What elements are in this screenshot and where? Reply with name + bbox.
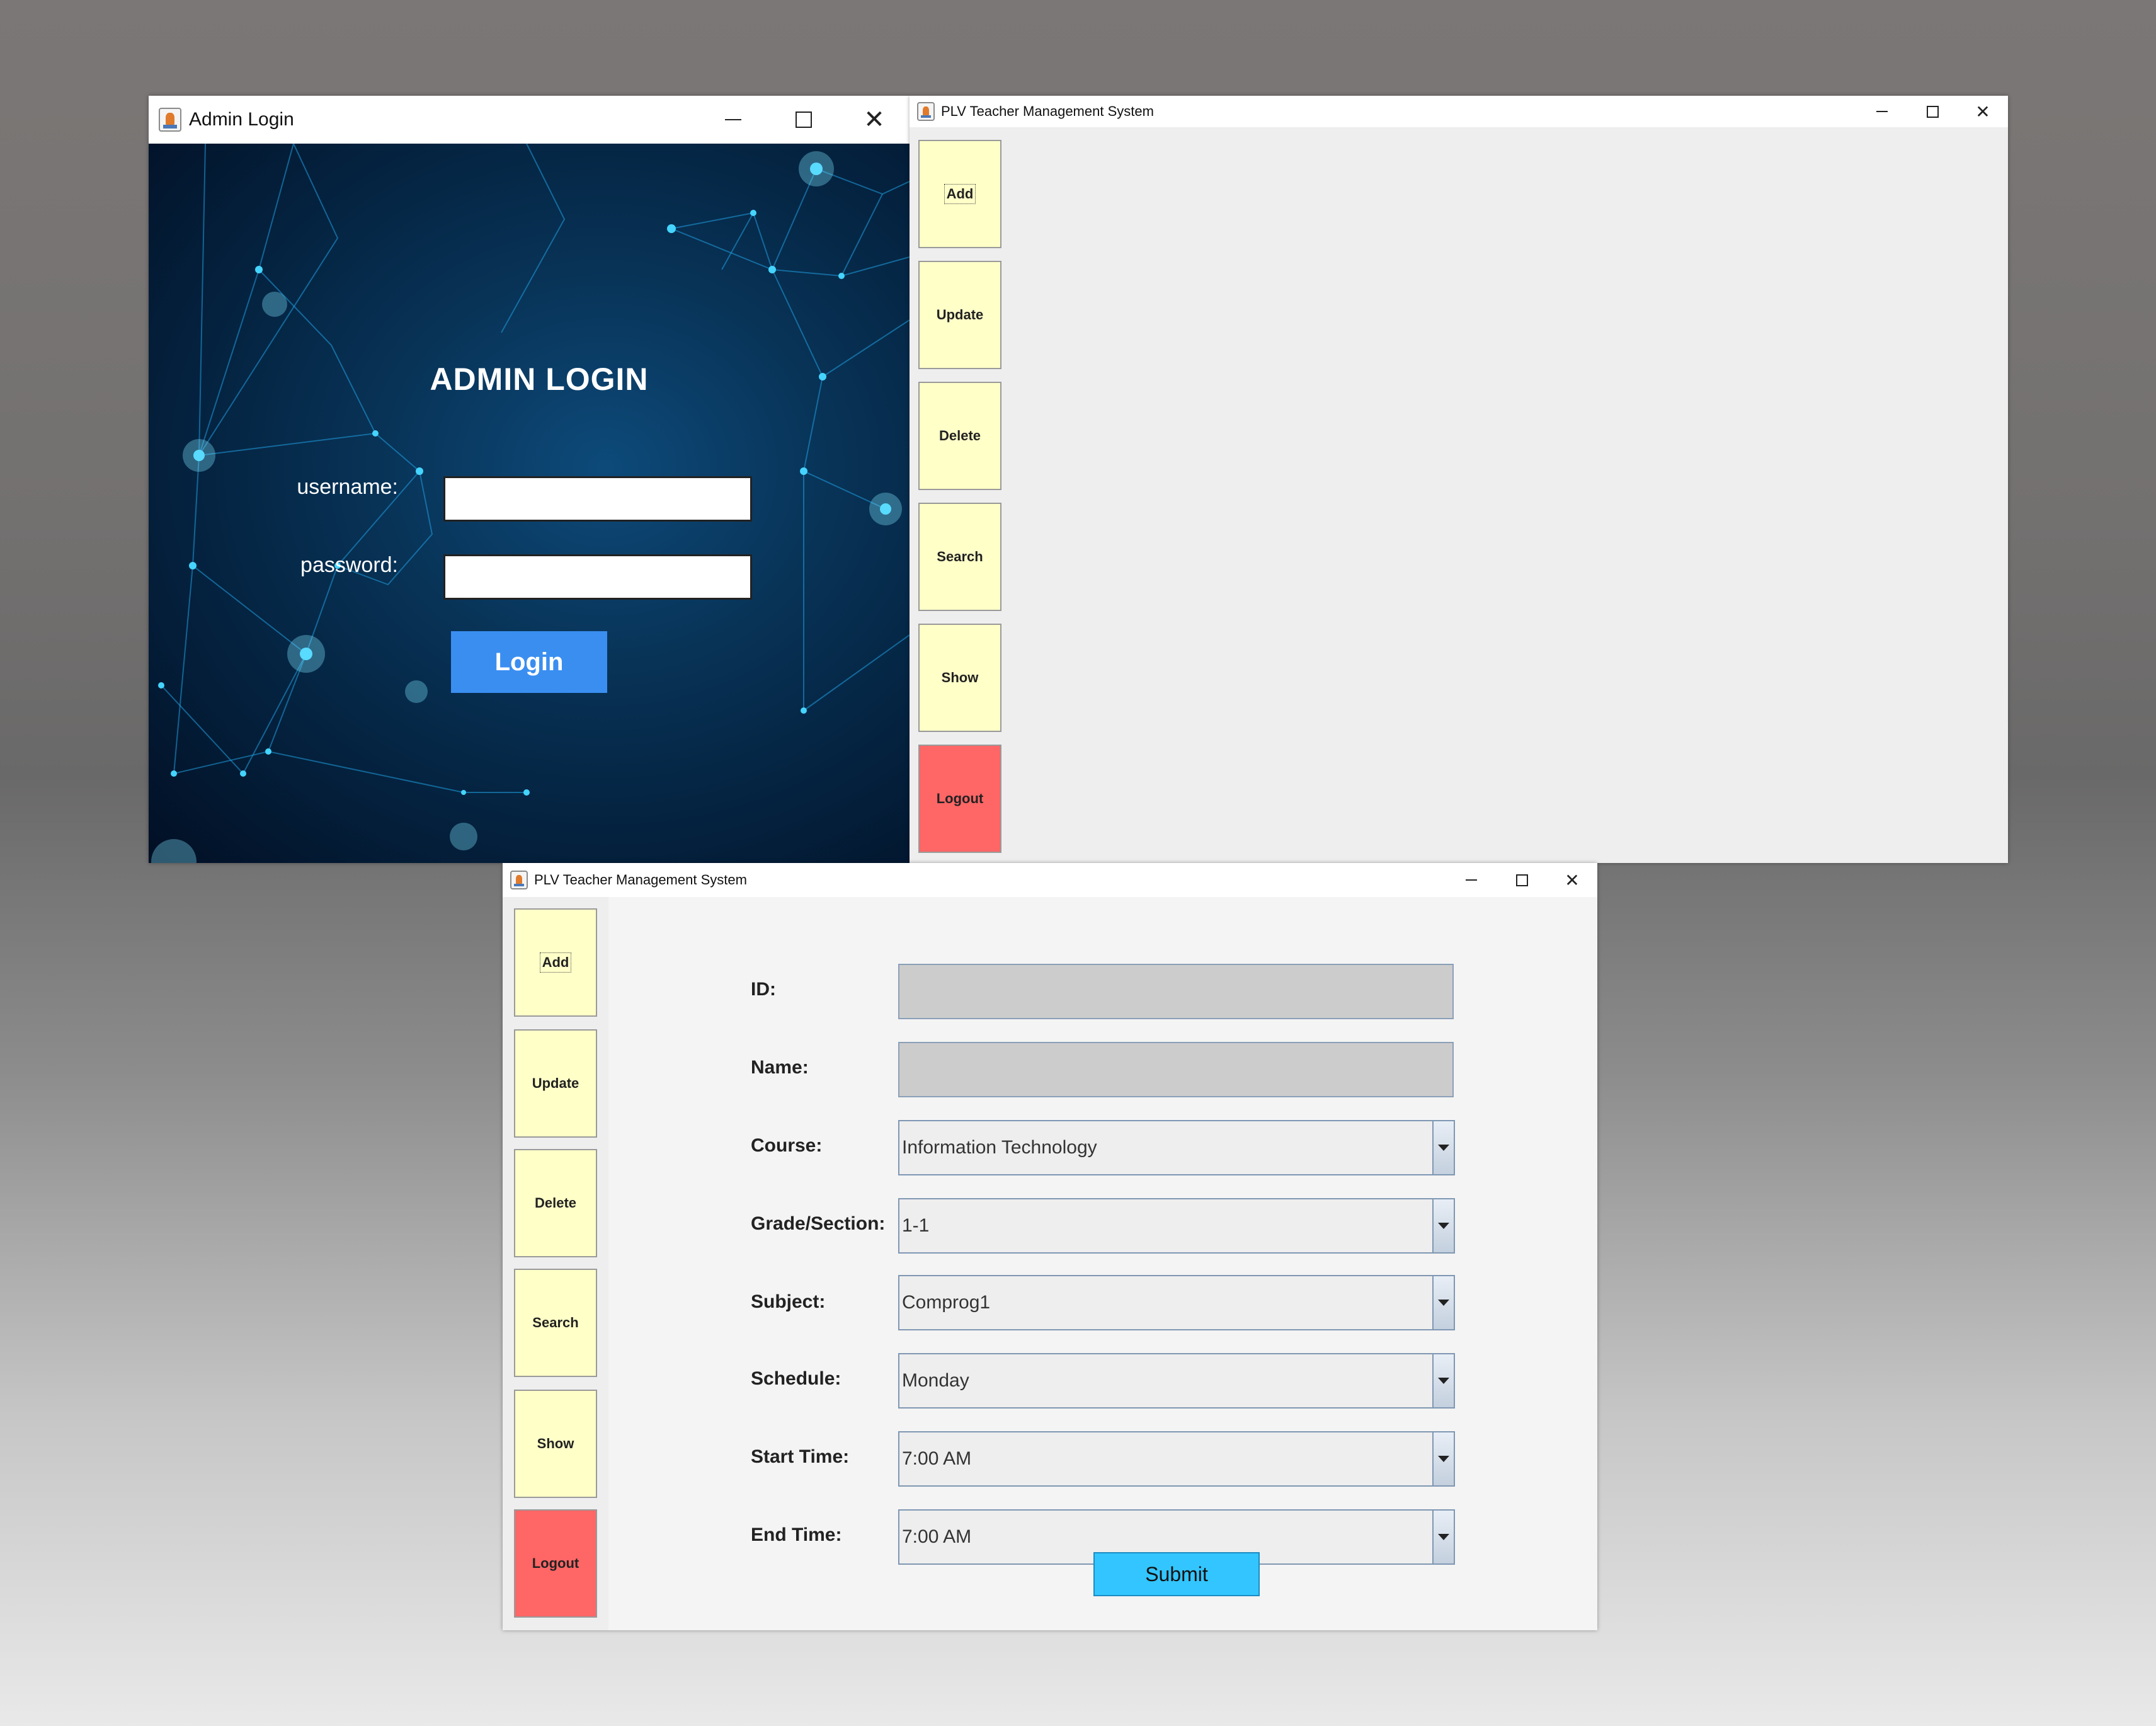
maximize-icon[interactable]	[1497, 863, 1547, 897]
start-time-select[interactable]: 7:00 AM	[898, 1431, 1455, 1487]
close-icon[interactable]: ✕	[1547, 863, 1597, 897]
grade-section-label: Grade/Section:	[751, 1213, 886, 1234]
main-titlebar[interactable]: PLV Teacher Management System ✕	[910, 96, 2008, 127]
id-label: ID:	[751, 979, 776, 1000]
grade-section-select-value: 1-1	[902, 1215, 930, 1236]
id-field[interactable]	[898, 964, 1454, 1019]
logout-button[interactable]: Logout	[514, 1509, 597, 1618]
submit-button[interactable]: Submit	[1093, 1552, 1260, 1596]
maximize-icon[interactable]	[1907, 96, 1958, 127]
add-button[interactable]: Add	[918, 140, 1001, 248]
form-panel: ID: Name: Course: Information Technology…	[608, 897, 1597, 1630]
start-time-label: Start Time:	[751, 1446, 850, 1467]
chevron-down-icon[interactable]	[1432, 1354, 1454, 1407]
form-titlebar[interactable]: PLV Teacher Management System ✕	[503, 863, 1597, 897]
update-button[interactable]: Update	[918, 261, 1001, 369]
grade-section-select[interactable]: 1-1	[898, 1198, 1455, 1254]
subject-select-value: Comprog1	[902, 1292, 991, 1313]
close-icon[interactable]: ✕	[1958, 96, 2008, 127]
schedule-label: Schedule:	[751, 1368, 841, 1389]
maximize-icon[interactable]	[768, 96, 839, 144]
name-field[interactable]	[898, 1042, 1454, 1097]
course-select-value: Information Technology	[902, 1137, 1097, 1158]
delete-button[interactable]: Delete	[918, 382, 1001, 490]
login-heading: ADMIN LOGIN	[430, 362, 649, 397]
chevron-down-icon[interactable]	[1432, 1199, 1454, 1252]
username-label: username:	[297, 475, 398, 499]
java-app-icon	[159, 108, 181, 132]
close-icon[interactable]: ✕	[839, 96, 910, 144]
java-app-icon	[917, 102, 935, 121]
show-button[interactable]: Show	[514, 1390, 597, 1498]
password-input[interactable]	[443, 554, 752, 600]
chevron-down-icon[interactable]	[1432, 1432, 1454, 1485]
course-label: Course:	[751, 1135, 823, 1156]
add-button-label: Add	[944, 184, 976, 204]
start-time-select-value: 7:00 AM	[902, 1448, 972, 1469]
minimize-icon[interactable]	[1857, 96, 1907, 127]
form-window-title: PLV Teacher Management System	[534, 872, 747, 888]
search-button[interactable]: Search	[514, 1269, 597, 1377]
plv-main-window: PLV Teacher Management System ✕ Add Upda…	[910, 96, 2008, 863]
subject-select[interactable]: Comprog1	[898, 1275, 1455, 1330]
update-button[interactable]: Update	[514, 1029, 597, 1138]
show-button[interactable]: Show	[918, 624, 1001, 732]
delete-button[interactable]: Delete	[514, 1149, 597, 1257]
logout-button[interactable]: Logout	[918, 745, 1001, 853]
chevron-down-icon[interactable]	[1432, 1276, 1454, 1329]
chevron-down-icon[interactable]	[1432, 1121, 1454, 1174]
schedule-select[interactable]: Monday	[898, 1353, 1455, 1409]
course-select[interactable]: Information Technology	[898, 1120, 1455, 1175]
plv-form-window: PLV Teacher Management System ✕ Add Upda…	[503, 863, 1597, 1630]
admin-login-window: Admin Login ✕ ADMIN LOGIN username: pass…	[149, 96, 910, 863]
name-label: Name:	[751, 1057, 809, 1078]
login-window-title: Admin Login	[189, 109, 294, 130]
username-input[interactable]	[443, 476, 752, 522]
minimize-icon[interactable]	[698, 96, 768, 144]
password-label: password:	[300, 553, 398, 577]
end-time-label: End Time:	[751, 1524, 842, 1545]
schedule-select-value: Monday	[902, 1370, 969, 1391]
login-background: ADMIN LOGIN username: password: Login	[149, 144, 910, 863]
minimize-icon[interactable]	[1446, 863, 1497, 897]
add-button-label: Add	[539, 952, 572, 973]
subject-label: Subject:	[751, 1291, 826, 1312]
end-time-select-value: 7:00 AM	[902, 1526, 972, 1547]
search-button[interactable]: Search	[918, 503, 1001, 611]
chevron-down-icon[interactable]	[1432, 1511, 1454, 1563]
login-button[interactable]: Login	[451, 631, 607, 693]
add-button[interactable]: Add	[514, 908, 597, 1017]
java-app-icon	[510, 871, 528, 889]
main-window-title: PLV Teacher Management System	[941, 103, 1154, 119]
login-titlebar[interactable]: Admin Login ✕	[149, 96, 910, 144]
